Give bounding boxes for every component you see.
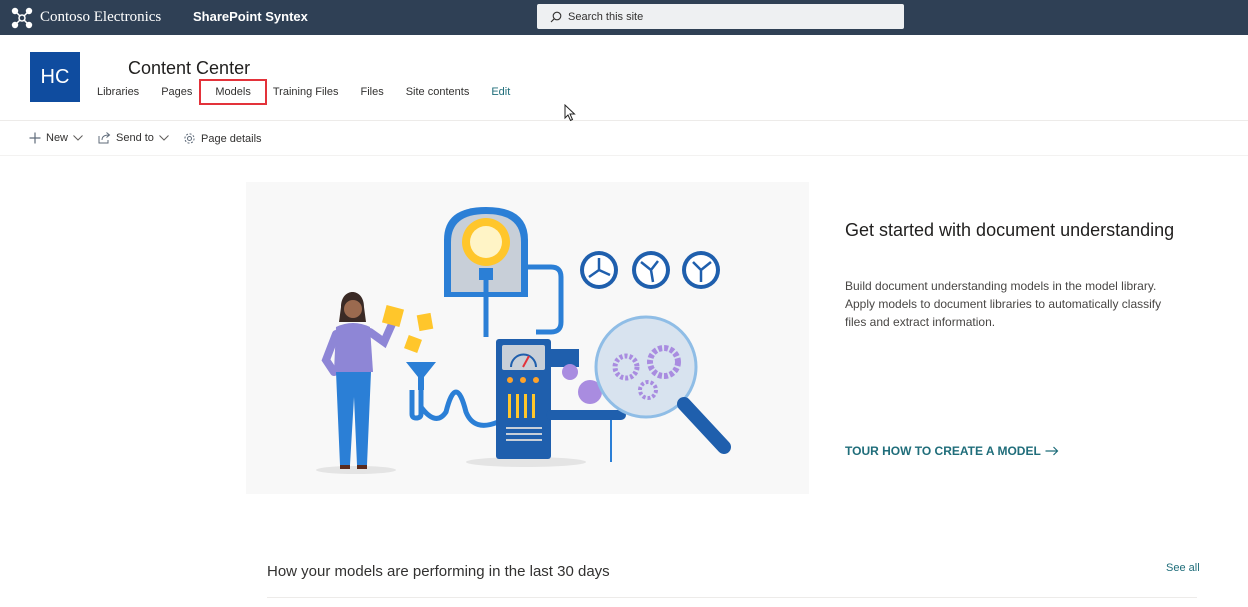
nav-item-training-files[interactable]: Training Files (273, 85, 339, 103)
suite-bar: Contoso Electronics SharePoint Syntex (0, 0, 1248, 35)
gear-icon (184, 133, 195, 144)
new-button[interactable]: New (29, 132, 83, 144)
site-navigation: Libraries Pages Models Training Files Fi… (97, 79, 532, 105)
chevron-down-icon (73, 135, 83, 141)
hero-description: Build document understanding models in t… (845, 279, 1162, 329)
nav-edit-link[interactable]: Edit (491, 85, 510, 103)
send-to-button[interactable]: Send to (98, 132, 169, 144)
search-box[interactable] (537, 4, 904, 29)
app-logo-icon (11, 7, 33, 28)
page-details-button[interactable]: Page details (183, 132, 262, 145)
share-icon (98, 132, 111, 144)
performance-section-title: How your models are performing in the la… (267, 563, 610, 580)
nav-item-site-contents[interactable]: Site contents (406, 85, 470, 103)
nav-item-pages[interactable]: Pages (161, 85, 192, 103)
arrow-right-icon (1045, 446, 1059, 456)
see-all-link[interactable]: See all (1166, 562, 1200, 574)
search-input[interactable] (568, 10, 868, 23)
magnifier-with-gears (594, 315, 731, 454)
hero-title: Get started with document understanding (845, 220, 1175, 240)
processing-machine (496, 339, 579, 459)
hero-illustration (246, 182, 809, 494)
nav-item-models[interactable]: Models (199, 79, 267, 105)
document-understanding-illustration (316, 207, 731, 474)
send-to-label: Send to (116, 132, 154, 144)
chevron-down-icon (159, 135, 169, 141)
org-name: Contoso Electronics (40, 9, 162, 25)
brand[interactable]: Contoso Electronics (10, 5, 161, 30)
new-label: New (46, 132, 69, 144)
search-icon (550, 11, 562, 22)
section-divider (267, 597, 1197, 598)
command-bar: New Send to Page details (0, 121, 1248, 156)
site-logo-initials: HC (40, 65, 70, 88)
page-details-label: Page details (201, 132, 262, 145)
mouse-cursor-icon (564, 104, 576, 122)
person-figure (321, 292, 396, 469)
clock-dials (580, 251, 720, 289)
plus-icon (29, 132, 41, 144)
nav-item-files[interactable]: Files (360, 85, 383, 103)
tour-link-label: TOUR HOW TO CREATE A MODEL (845, 444, 1041, 458)
site-header: HC Content Center Libraries Pages Models… (0, 35, 1248, 121)
app-name-link[interactable]: SharePoint Syntex (193, 9, 308, 24)
lightbulb-machine (444, 207, 564, 337)
tour-create-model-link[interactable]: TOUR HOW TO CREATE A MODEL (845, 444, 1059, 458)
site-title[interactable]: Content Center (128, 58, 250, 79)
nav-item-libraries[interactable]: Libraries (97, 85, 139, 103)
site-logo[interactable]: HC (30, 52, 80, 102)
